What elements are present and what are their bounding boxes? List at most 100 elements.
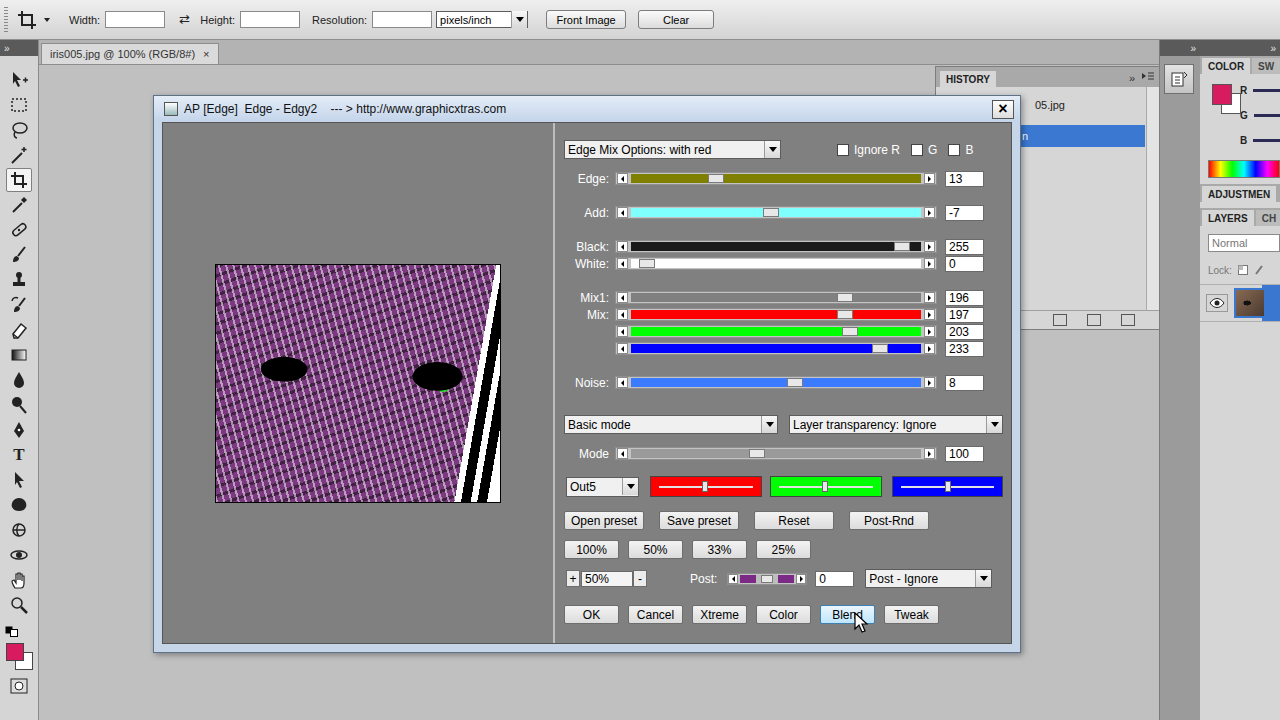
expand-toolbox-icon[interactable]: »: [4, 43, 10, 54]
slider-track[interactable]: [615, 447, 937, 460]
preset-button[interactable]: Save preset: [659, 511, 739, 530]
slider-thumb[interactable]: [842, 327, 858, 336]
panel-tab[interactable]: LAYERS: [1202, 210, 1254, 226]
slider-left-arrow-icon[interactable]: [617, 207, 628, 218]
dropdown-arrow-icon[interactable]: [764, 141, 780, 158]
slider-right-arrow-icon[interactable]: [924, 258, 935, 269]
document-tab[interactable]: iris005.jpg @ 100% (RGB/8#)×: [41, 43, 219, 64]
slider-track[interactable]: [615, 325, 937, 338]
swap-icon[interactable]: ⇄: [179, 12, 190, 27]
options-button[interactable]: Front Image: [546, 10, 626, 29]
layer-transparency-dropdown[interactable]: Layer transparency: Ignore: [789, 415, 1003, 434]
slider-left-arrow-icon[interactable]: [617, 241, 628, 252]
mix-options-dropdown[interactable]: Edge Mix Options: with red: [564, 140, 781, 159]
tool-button[interactable]: [6, 468, 32, 492]
panel-tab[interactable]: CH: [1256, 210, 1280, 226]
action-button[interactable]: Tweak: [884, 605, 939, 624]
slider-left-arrow-icon[interactable]: [617, 448, 628, 459]
delete-icon[interactable]: [1121, 314, 1135, 326]
slider-right-arrow-icon[interactable]: [924, 207, 935, 218]
slider-track[interactable]: [615, 172, 937, 185]
dropdown-arrow-icon[interactable]: [761, 416, 777, 433]
layer-row[interactable]: [1200, 284, 1280, 322]
tool-button[interactable]: [6, 193, 32, 217]
zoom-field[interactable]: 50%: [581, 571, 633, 587]
channel-slider[interactable]: [1254, 114, 1280, 117]
slider-value-field[interactable]: 255: [945, 239, 984, 255]
tool-button[interactable]: [6, 368, 32, 392]
slider-left-arrow-icon[interactable]: [617, 258, 628, 269]
close-button[interactable]: ×: [992, 100, 1014, 119]
foreground-color-swatch[interactable]: [6, 643, 24, 661]
channel-slider-thumb[interactable]: [822, 481, 828, 492]
tool-button[interactable]: [6, 168, 32, 192]
slider-value-field[interactable]: 13: [945, 171, 984, 187]
channel-slider-thumb[interactable]: [702, 481, 708, 492]
dropdown-arrow-icon[interactable]: [975, 570, 991, 587]
slider-track[interactable]: [615, 240, 937, 253]
action-button[interactable]: Xtreme: [692, 605, 747, 624]
post-slider[interactable]: [727, 573, 807, 585]
slider-thumb[interactable]: [894, 242, 910, 251]
slider-right-arrow-icon[interactable]: [924, 292, 935, 303]
slider-left-arrow-icon[interactable]: [617, 326, 628, 337]
slider-track[interactable]: [615, 257, 937, 270]
slider-thumb[interactable]: [872, 344, 888, 353]
history-tab[interactable]: HISTORY: [940, 71, 996, 87]
slider-thumb[interactable]: [837, 293, 853, 302]
slider-thumb[interactable]: [708, 174, 724, 183]
tool-button[interactable]: [6, 143, 32, 167]
panel-tab[interactable]: COLOR: [1202, 58, 1250, 74]
slider-right-arrow-icon[interactable]: [924, 326, 935, 337]
dropdown-arrow-icon[interactable]: [986, 416, 1002, 433]
slider-left-arrow-icon[interactable]: [728, 574, 738, 584]
slider-value-field[interactable]: 196: [945, 290, 984, 306]
channel-slider[interactable]: [892, 476, 1003, 497]
tool-button[interactable]: [6, 293, 32, 317]
tool-button[interactable]: [6, 343, 32, 367]
dropdown-arrow-icon[interactable]: [622, 478, 638, 495]
slider-track[interactable]: [615, 206, 937, 219]
history-expand-icon[interactable]: »: [1123, 72, 1141, 87]
width-input[interactable]: [105, 11, 165, 28]
slider-value-field[interactable]: 0: [945, 256, 984, 272]
panel-tab[interactable]: SW: [1252, 58, 1280, 74]
tool-button[interactable]: [6, 593, 32, 617]
zoom-button[interactable]: 50%: [628, 540, 683, 559]
options-button[interactable]: Clear: [638, 10, 714, 29]
tool-button[interactable]: [6, 493, 32, 517]
slider-right-arrow-icon[interactable]: [796, 574, 806, 584]
ignore-checkbox[interactable]: Ignore R: [837, 143, 900, 157]
slider-left-arrow-icon[interactable]: [617, 309, 628, 320]
mode-dropdown[interactable]: Basic mode: [564, 415, 778, 434]
color-spectrum[interactable]: [1208, 160, 1280, 178]
zoom-button[interactable]: 33%: [692, 540, 747, 559]
ignore-checkbox[interactable]: B: [948, 143, 973, 157]
tool-button[interactable]: [6, 243, 32, 267]
preset-button[interactable]: Open preset: [564, 511, 644, 530]
slider-track[interactable]: [615, 308, 937, 321]
channel-slider[interactable]: [1253, 139, 1280, 142]
panel-tab[interactable]: ADJUSTMEN: [1202, 186, 1276, 202]
checkbox[interactable]: [837, 144, 849, 156]
foreground-color-swatch[interactable]: [1212, 84, 1232, 105]
new-document-icon[interactable]: [1053, 314, 1067, 326]
slider-right-arrow-icon[interactable]: [924, 241, 935, 252]
resolution-input[interactable]: [372, 11, 432, 28]
tool-button[interactable]: [6, 68, 32, 92]
post-slider-thumb[interactable]: [761, 575, 773, 583]
zoom-button[interactable]: 100%: [564, 540, 619, 559]
action-button[interactable]: Blend: [820, 605, 875, 624]
channel-slider[interactable]: [650, 476, 762, 497]
preset-button[interactable]: Post-Rnd: [849, 511, 929, 530]
preset-button[interactable]: Reset: [754, 511, 834, 530]
slider-track[interactable]: [615, 342, 937, 355]
slider-left-arrow-icon[interactable]: [617, 173, 628, 184]
tool-button[interactable]: [6, 93, 32, 117]
tool-button[interactable]: [6, 268, 32, 292]
action-button[interactable]: Color: [756, 605, 811, 624]
tool-button[interactable]: [6, 118, 32, 142]
slider-thumb[interactable]: [837, 310, 853, 319]
channel-slider[interactable]: [770, 476, 882, 497]
tool-button[interactable]: [6, 518, 32, 542]
